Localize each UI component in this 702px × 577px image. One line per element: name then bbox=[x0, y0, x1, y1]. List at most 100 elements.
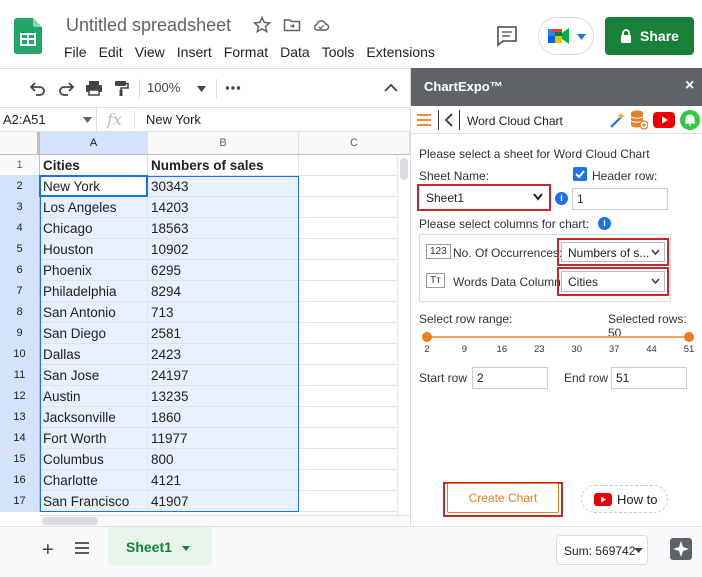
notification-bell-icon[interactable] bbox=[680, 110, 700, 130]
close-icon[interactable]: × bbox=[685, 77, 694, 95]
cell-c[interactable] bbox=[299, 365, 410, 386]
row-header[interactable]: 1 bbox=[0, 155, 40, 176]
cell-c[interactable] bbox=[299, 344, 410, 365]
star-icon[interactable] bbox=[253, 16, 271, 34]
row-header[interactable]: 2 bbox=[0, 176, 40, 197]
cell-c[interactable] bbox=[299, 386, 410, 407]
magic-wand-icon[interactable] bbox=[609, 111, 627, 129]
row-header[interactable]: 5 bbox=[0, 239, 40, 260]
cell-b[interactable]: 6295 bbox=[148, 260, 299, 281]
cell-c[interactable] bbox=[299, 281, 410, 302]
comment-history-icon[interactable] bbox=[494, 24, 520, 48]
sheet-tab-dropdown-icon[interactable] bbox=[182, 546, 190, 551]
range-start-handle[interactable] bbox=[422, 332, 432, 342]
cell-b[interactable]: 14203 bbox=[148, 197, 299, 218]
cell-b[interactable]: 800 bbox=[148, 449, 299, 470]
database-coins-icon[interactable] bbox=[630, 110, 648, 130]
row-header[interactable]: 16 bbox=[0, 470, 40, 491]
horizontal-scroll-thumb[interactable] bbox=[42, 517, 98, 525]
cell-b[interactable]: 1860 bbox=[148, 407, 299, 428]
row-header[interactable]: 7 bbox=[0, 281, 40, 302]
cell-c[interactable] bbox=[299, 260, 410, 281]
create-chart-button[interactable]: Create Chart bbox=[447, 483, 559, 513]
row-header[interactable]: 3 bbox=[0, 197, 40, 218]
row-range-slider[interactable] bbox=[427, 336, 689, 338]
header-row-checkbox[interactable] bbox=[573, 167, 587, 181]
sheets-logo-icon[interactable] bbox=[14, 18, 42, 54]
vertical-scrollbar[interactable] bbox=[397, 155, 410, 515]
end-row-input[interactable]: 51 bbox=[611, 367, 687, 389]
redo-icon[interactable] bbox=[57, 79, 75, 97]
menu-view[interactable]: View bbox=[135, 44, 171, 60]
row-header[interactable]: 15 bbox=[0, 449, 40, 470]
info-icon[interactable]: i bbox=[555, 192, 568, 205]
cell-c[interactable] bbox=[299, 218, 410, 239]
header-row-input[interactable]: 1 bbox=[572, 188, 668, 210]
menu-data[interactable]: Data bbox=[280, 44, 316, 60]
cell-b[interactable]: 713 bbox=[148, 302, 299, 323]
cell-a[interactable]: Dallas bbox=[40, 344, 148, 365]
sheet-tab-sheet1[interactable]: Sheet1 bbox=[108, 527, 212, 565]
zoom-select[interactable]: 100% bbox=[147, 80, 180, 95]
cell-c[interactable] bbox=[299, 470, 410, 491]
more-options-icon[interactable] bbox=[224, 79, 242, 97]
select-all-corner[interactable] bbox=[0, 132, 40, 155]
hamburger-menu-icon[interactable] bbox=[417, 114, 431, 126]
cell-a[interactable]: Columbus bbox=[40, 449, 148, 470]
cell-c[interactable] bbox=[299, 155, 410, 176]
cell-b[interactable]: 11977 bbox=[148, 428, 299, 449]
menu-extensions[interactable]: Extensions bbox=[366, 44, 440, 60]
cell-a[interactable]: San Francisco bbox=[40, 491, 148, 512]
document-title[interactable]: Untitled spreadsheet bbox=[66, 15, 231, 36]
occurrences-select[interactable]: Numbers of s... bbox=[561, 242, 665, 262]
cell-a[interactable]: Cities bbox=[40, 155, 148, 176]
cell-c[interactable] bbox=[299, 302, 410, 323]
cell-c[interactable] bbox=[299, 449, 410, 470]
menu-insert[interactable]: Insert bbox=[177, 44, 218, 60]
sum-indicator[interactable]: Sum: 569742 bbox=[556, 535, 648, 565]
cell-b[interactable]: 24197 bbox=[148, 365, 299, 386]
menu-tools[interactable]: Tools bbox=[322, 44, 361, 60]
cell-a[interactable]: Philadelphia bbox=[40, 281, 148, 302]
row-header[interactable]: 17 bbox=[0, 491, 40, 512]
cell-a[interactable]: Austin bbox=[40, 386, 148, 407]
cell-c[interactable] bbox=[299, 176, 410, 197]
sheet-select[interactable]: Sheet1 bbox=[420, 187, 548, 208]
cell-a[interactable]: Los Angeles bbox=[40, 197, 148, 218]
menu-format[interactable]: Format bbox=[224, 44, 274, 60]
cell-a[interactable]: San Antonio bbox=[40, 302, 148, 323]
cell-b[interactable]: Numbers of sales bbox=[148, 155, 299, 176]
cell-a[interactable]: San Diego bbox=[40, 323, 148, 344]
cloud-saved-icon[interactable] bbox=[312, 16, 330, 34]
menu-file[interactable]: File bbox=[64, 44, 93, 60]
cell-b[interactable]: 18563 bbox=[148, 218, 299, 239]
cell-a[interactable]: Charlotte bbox=[40, 470, 148, 491]
back-arrow-icon[interactable] bbox=[444, 113, 454, 127]
column-header-b[interactable]: B bbox=[148, 132, 299, 155]
cell-b[interactable]: 30343 bbox=[148, 176, 299, 197]
menu-edit[interactable]: Edit bbox=[99, 44, 129, 60]
cell-a[interactable]: Houston bbox=[40, 239, 148, 260]
cell-a[interactable]: Jacksonville bbox=[40, 407, 148, 428]
info-icon[interactable]: i bbox=[598, 217, 611, 230]
row-header[interactable]: 14 bbox=[0, 428, 40, 449]
row-header[interactable]: 10 bbox=[0, 344, 40, 365]
cell-c[interactable] bbox=[299, 428, 410, 449]
start-row-input[interactable]: 2 bbox=[472, 367, 548, 389]
undo-icon[interactable] bbox=[29, 79, 47, 97]
cell-a[interactable]: Fort Worth bbox=[40, 428, 148, 449]
how-to-button[interactable]: How to bbox=[581, 485, 668, 513]
row-header[interactable]: 12 bbox=[0, 386, 40, 407]
collapse-menu-icon[interactable] bbox=[382, 79, 400, 97]
add-sheet-icon[interactable]: + bbox=[42, 539, 54, 562]
paint-format-icon[interactable] bbox=[113, 79, 131, 97]
cell-c[interactable] bbox=[299, 239, 410, 260]
youtube-icon[interactable] bbox=[653, 112, 675, 128]
move-folder-icon[interactable] bbox=[283, 16, 301, 34]
row-header[interactable]: 4 bbox=[0, 218, 40, 239]
words-column-select[interactable]: Cities bbox=[561, 271, 665, 292]
cell-b[interactable]: 8294 bbox=[148, 281, 299, 302]
range-end-handle[interactable] bbox=[684, 332, 694, 342]
cell-a[interactable]: Chicago bbox=[40, 218, 148, 239]
print-icon[interactable] bbox=[85, 79, 103, 97]
